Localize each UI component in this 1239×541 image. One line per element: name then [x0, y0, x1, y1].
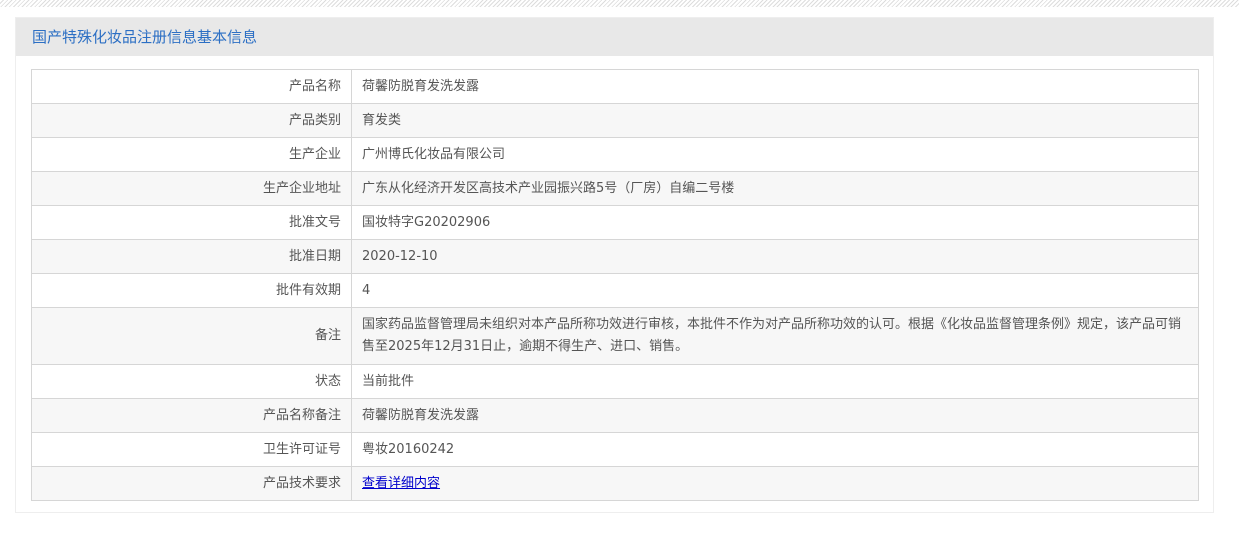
- table-row: 产品类别 育发类: [31, 103, 1199, 138]
- field-label: 批件有效期: [31, 273, 352, 308]
- info-table: 产品名称 荷馨防脱育发洗发露 产品类别 育发类 生产企业 广州博氏化妆品有限公司 生产企业地…: [31, 69, 1199, 501]
- field-value-text: 粤妆20160242: [362, 441, 455, 457]
- field-label: 产品名称备注: [31, 398, 352, 433]
- field-label: 卫生许可证号: [31, 432, 352, 467]
- field-value-text: 当前批件: [362, 373, 415, 389]
- field-value: 广东从化经济开发区高技术产业园振兴路5号（厂房）自编二号楼: [351, 171, 1199, 206]
- field-label: 状态: [31, 364, 352, 399]
- field-value-text: 2020-12-10: [362, 248, 438, 264]
- field-value-text: 育发类: [362, 112, 402, 128]
- table-row: 生产企业 广州博氏化妆品有限公司: [31, 137, 1199, 172]
- table-row: 批准文号 国妆特字G20202906: [31, 205, 1199, 240]
- field-label: 备注: [31, 307, 352, 365]
- view-details-link[interactable]: 查看详细内容: [362, 476, 440, 491]
- table-row: 产品名称 荷馨防脱育发洗发露: [31, 69, 1199, 104]
- table-row: 产品名称备注 荷馨防脱育发洗发露: [31, 398, 1199, 433]
- table-row: 批准日期 2020-12-10: [31, 239, 1199, 274]
- field-value-text: 国家药品监督管理局未组织对本产品所称功效进行审核，本批件不作为对产品所称功效的认…: [362, 317, 1182, 354]
- field-value: 2020-12-10: [351, 239, 1199, 274]
- field-value: 育发类: [351, 103, 1199, 138]
- info-panel: 国产特殊化妆品注册信息基本信息 产品名称 荷馨防脱育发洗发露 产品类别 育发类 生产企业…: [15, 17, 1214, 513]
- field-label: 产品类别: [31, 103, 352, 138]
- field-value: 荷馨防脱育发洗发露: [351, 69, 1199, 104]
- field-label: 产品技术要求: [31, 466, 352, 501]
- table-row: 卫生许可证号 粤妆20160242: [31, 432, 1199, 467]
- table-row: 备注 国家药品监督管理局未组织对本产品所称功效进行审核，本批件不作为对产品所称功效…: [31, 307, 1199, 365]
- field-value-text: 国妆特字G20202906: [362, 214, 491, 230]
- field-label: 生产企业地址: [31, 171, 352, 206]
- field-value-text: 荷馨防脱育发洗发露: [362, 78, 480, 94]
- table-row: 批件有效期 4: [31, 273, 1199, 308]
- field-value-text: 广州博氏化妆品有限公司: [362, 146, 506, 162]
- field-value: 粤妆20160242: [351, 432, 1199, 467]
- field-value: 荷馨防脱育发洗发露: [351, 398, 1199, 433]
- field-value: 当前批件: [351, 364, 1199, 399]
- table-row: 产品技术要求 查看详细内容: [31, 466, 1199, 501]
- field-value-text: 4: [362, 282, 371, 298]
- field-label: 批准日期: [31, 239, 352, 274]
- field-label: 产品名称: [31, 69, 352, 104]
- table-row: 生产企业地址 广东从化经济开发区高技术产业园振兴路5号（厂房）自编二号楼: [31, 171, 1199, 206]
- field-value: 国家药品监督管理局未组织对本产品所称功效进行审核，本批件不作为对产品所称功效的认…: [351, 307, 1199, 365]
- field-label: 批准文号: [31, 205, 352, 240]
- field-value: 4: [351, 273, 1199, 308]
- field-value-text: 荷馨防脱育发洗发露: [362, 407, 480, 423]
- field-label: 生产企业: [31, 137, 352, 172]
- field-value-text: 广东从化经济开发区高技术产业园振兴路5号（厂房）自编二号楼: [362, 180, 735, 196]
- field-value: 查看详细内容: [351, 466, 1199, 501]
- top-decor-strip: [0, 0, 1239, 7]
- field-value: 国妆特字G20202906: [351, 205, 1199, 240]
- table-row: 状态 当前批件: [31, 364, 1199, 399]
- field-value: 广州博氏化妆品有限公司: [351, 137, 1199, 172]
- panel-title: 国产特殊化妆品注册信息基本信息: [16, 18, 1213, 56]
